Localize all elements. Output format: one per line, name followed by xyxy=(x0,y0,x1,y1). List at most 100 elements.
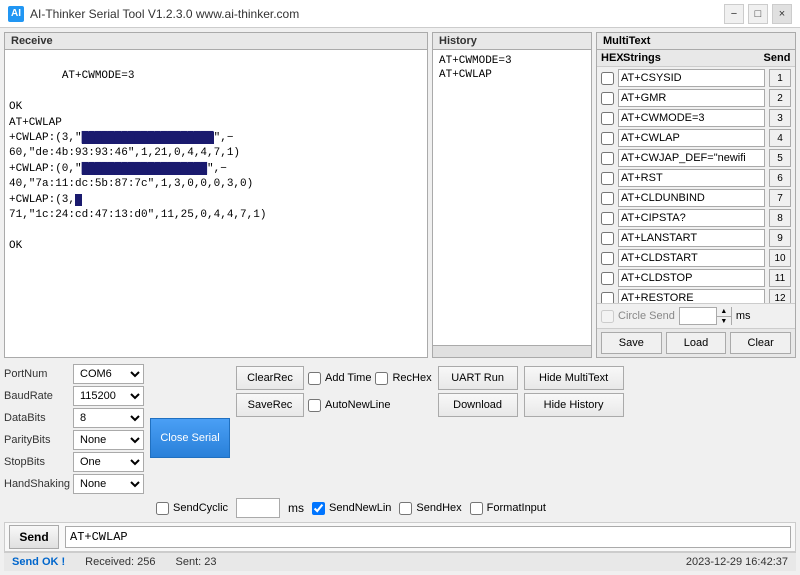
download-button[interactable]: Download xyxy=(438,393,518,417)
mt-string-input[interactable] xyxy=(618,89,765,107)
save-button[interactable]: Save xyxy=(601,332,662,354)
mt-hex-checkbox[interactable] xyxy=(601,272,614,285)
mt-send-button[interactable]: 5 xyxy=(769,149,791,167)
list-item[interactable]: AT+CWMODE=3 xyxy=(437,54,587,68)
mt-send-button[interactable]: 4 xyxy=(769,129,791,147)
clear-button[interactable]: Clear xyxy=(730,332,791,354)
send-cyclic-text: SendCyclic xyxy=(173,502,228,514)
mt-hex-checkbox[interactable] xyxy=(601,212,614,225)
send-hex-checkbox[interactable] xyxy=(399,502,412,515)
send-newlin-checkbox[interactable] xyxy=(312,502,325,515)
mt-string-input[interactable] xyxy=(618,289,765,303)
mt-send-button[interactable]: 2 xyxy=(769,89,791,107)
mt-hex-checkbox[interactable] xyxy=(601,92,614,105)
title-bar: AI AI-Thinker Serial Tool V1.2.3.0 www.a… xyxy=(0,0,800,28)
circle-send-checkbox[interactable] xyxy=(601,310,614,323)
mt-hex-checkbox[interactable] xyxy=(601,192,614,205)
uart-run-button[interactable]: UART Run xyxy=(438,366,518,390)
send-hex-label[interactable]: SendHex xyxy=(399,502,461,515)
mt-send-button[interactable]: 12 xyxy=(769,289,791,303)
auto-newline-label[interactable]: AutoNewLine xyxy=(308,399,390,412)
mt-send-button[interactable]: 11 xyxy=(769,269,791,287)
sent-count: Sent: 23 xyxy=(176,556,217,568)
multitext-row: 2 xyxy=(601,89,791,107)
baudrate-select[interactable]: 115200 xyxy=(73,386,144,406)
mt-string-input[interactable] xyxy=(618,209,765,227)
mt-string-input[interactable] xyxy=(618,169,765,187)
rec-buttons-row: ClearRec Add Time RecHex xyxy=(236,366,432,390)
receive-content[interactable]: AT+CWMODE=3 OK AT+CWLAP +CWLAP:(3,"█████… xyxy=(5,50,427,357)
history-list[interactable]: AT+CWMODE=3 AT+CWLAP xyxy=(433,50,591,345)
baudrate-row: BaudRate 115200 xyxy=(4,386,144,406)
minimize-button[interactable]: − xyxy=(724,4,744,24)
send-newlin-label[interactable]: SendNewLin xyxy=(312,502,391,515)
mt-send-button[interactable]: 10 xyxy=(769,249,791,267)
handshaking-row: HandShaking None xyxy=(4,474,144,494)
spinner-up[interactable]: ▲ xyxy=(717,307,731,316)
mt-send-button[interactable]: 8 xyxy=(769,209,791,227)
databits-select[interactable]: 8 xyxy=(73,408,144,428)
mt-string-input[interactable] xyxy=(618,249,765,267)
rec-hex-checkbox[interactable] xyxy=(375,372,388,385)
mt-hex-checkbox[interactable] xyxy=(601,172,614,185)
close-button[interactable]: × xyxy=(772,4,792,24)
maximize-button[interactable]: □ xyxy=(748,4,768,24)
mt-string-input[interactable] xyxy=(618,229,765,247)
mt-hex-checkbox[interactable] xyxy=(601,112,614,125)
save-rec-button[interactable]: SaveRec xyxy=(236,393,304,417)
send-cyclic-checkbox[interactable] xyxy=(156,502,169,515)
mt-send-button[interactable]: 3 xyxy=(769,109,791,127)
circle-send-input[interactable]: 500 xyxy=(680,308,716,324)
mt-hex-checkbox[interactable] xyxy=(601,292,614,304)
portnum-select[interactable]: COM6 xyxy=(73,364,144,384)
serial-btn-area: Close Serial xyxy=(150,364,230,494)
multitext-title: MultiText xyxy=(603,35,650,47)
stopbits-select[interactable]: One xyxy=(73,452,144,472)
close-serial-button[interactable]: Close Serial xyxy=(150,418,230,458)
list-item[interactable]: AT+CWLAP xyxy=(437,68,587,82)
rec-hex-checkbox-label[interactable]: RecHex xyxy=(375,366,431,390)
mt-string-input[interactable] xyxy=(618,109,765,127)
mt-hex-checkbox[interactable] xyxy=(601,152,614,165)
handshaking-select[interactable]: None xyxy=(73,474,144,494)
format-input-label[interactable]: FormatInput xyxy=(470,502,546,515)
mt-send-button[interactable]: 9 xyxy=(769,229,791,247)
send-row: Send xyxy=(4,522,796,552)
baudrate-label: BaudRate xyxy=(4,390,69,402)
save-auto-row: SaveRec AutoNewLine xyxy=(236,393,432,417)
add-time-label: Add Time xyxy=(325,372,371,384)
mt-send-button[interactable]: 6 xyxy=(769,169,791,187)
send-button[interactable]: Send xyxy=(9,525,59,549)
mt-string-input[interactable] xyxy=(618,149,765,167)
send-input[interactable] xyxy=(65,526,791,548)
auto-newline-checkbox[interactable] xyxy=(308,399,321,412)
status-text: Send OK ! xyxy=(12,556,65,568)
add-time-checkbox-label[interactable]: Add Time xyxy=(308,366,371,390)
mt-string-input[interactable] xyxy=(618,69,765,87)
multitext-row: 4 xyxy=(601,129,791,147)
send-cyclic-input[interactable]: 800 xyxy=(236,498,280,518)
format-input-checkbox[interactable] xyxy=(470,502,483,515)
hide-history-button[interactable]: Hide History xyxy=(524,393,624,417)
mt-string-input[interactable] xyxy=(618,189,765,207)
hide-multitext-button[interactable]: Hide MultiText xyxy=(524,366,624,390)
send-cyclic-label[interactable]: SendCyclic xyxy=(156,502,228,515)
load-button[interactable]: Load xyxy=(666,332,727,354)
mt-send-button[interactable]: 7 xyxy=(769,189,791,207)
history-scrollbar[interactable] xyxy=(433,345,591,357)
mt-hex-checkbox[interactable] xyxy=(601,252,614,265)
datetime: 2023-12-29 16:42:37 xyxy=(686,556,788,568)
paritybits-select[interactable]: None xyxy=(73,430,144,450)
mt-string-input[interactable] xyxy=(618,269,765,287)
multitext-rows: 1 2 3 4 5 6 7 8 9 10 11 xyxy=(597,67,795,303)
mt-hex-checkbox[interactable] xyxy=(601,132,614,145)
add-time-checkbox[interactable] xyxy=(308,372,321,385)
mt-hex-checkbox[interactable] xyxy=(601,232,614,245)
app-title: AI-Thinker Serial Tool V1.2.3.0 www.ai-t… xyxy=(30,7,299,21)
mt-string-input[interactable] xyxy=(618,129,765,147)
paritybits-label: ParityBits xyxy=(4,434,69,446)
spinner-down[interactable]: ▼ xyxy=(717,316,731,325)
mt-send-button[interactable]: 1 xyxy=(769,69,791,87)
clear-rec-button[interactable]: ClearRec xyxy=(236,366,304,390)
mt-hex-checkbox[interactable] xyxy=(601,72,614,85)
